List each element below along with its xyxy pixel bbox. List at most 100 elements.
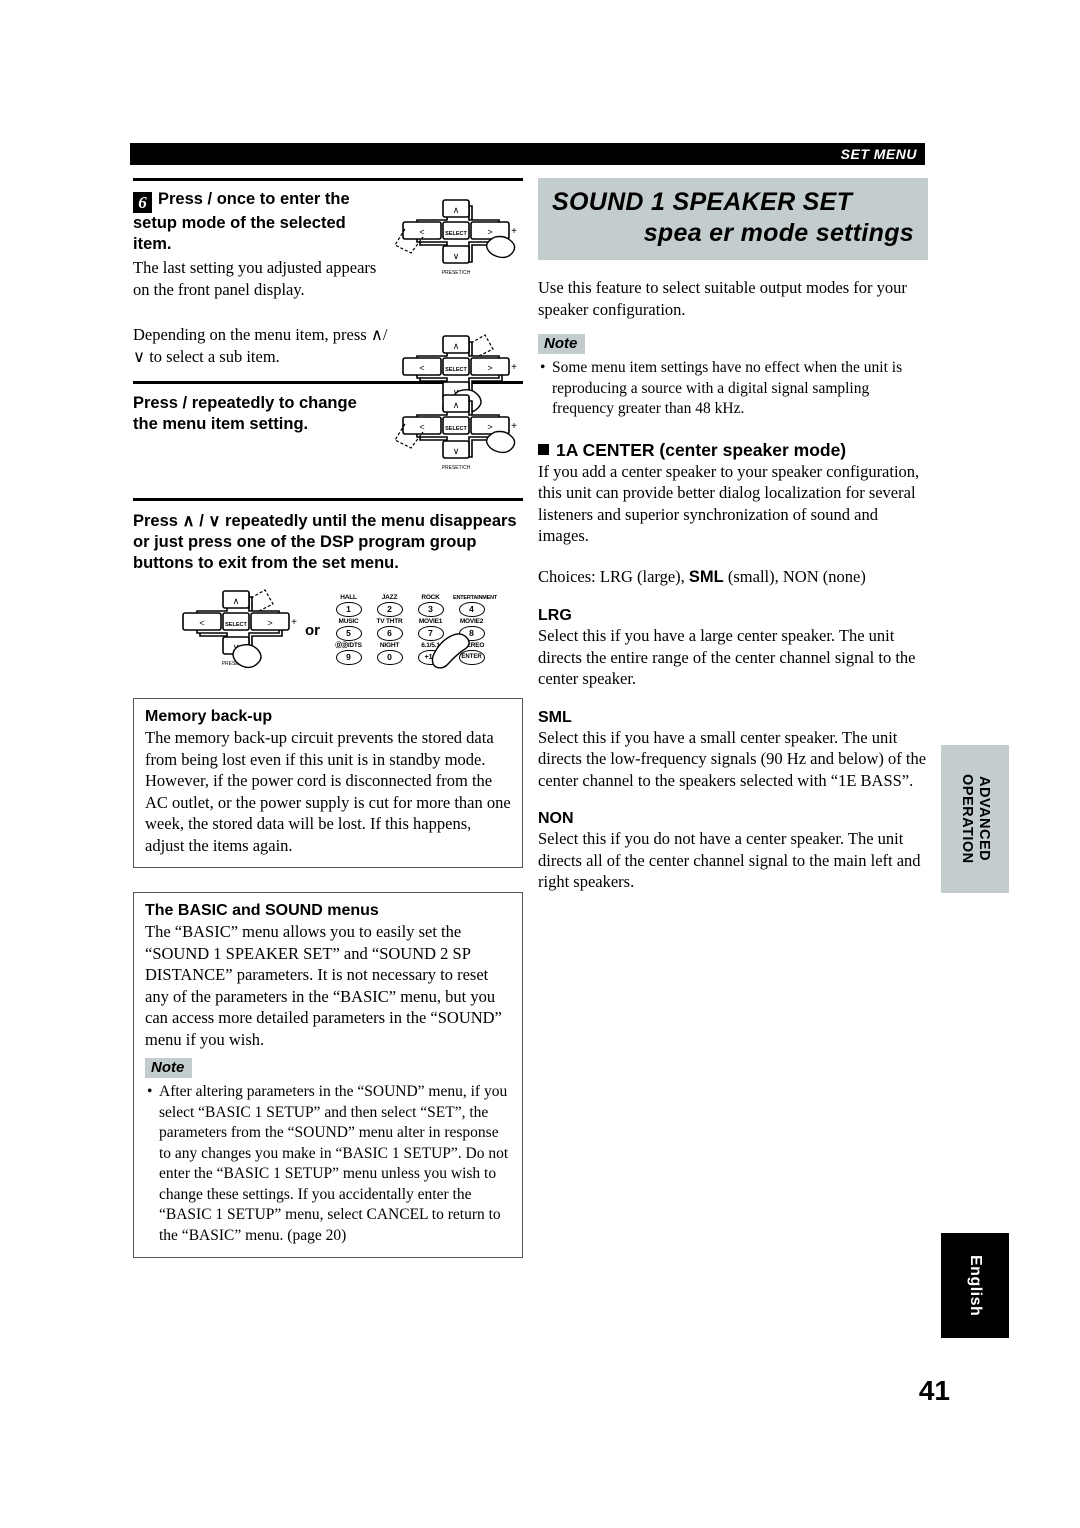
- note-tag: Note: [145, 1058, 193, 1078]
- choices-line: Choices: LRG (large), SML (small), NON (…: [538, 566, 928, 589]
- svg-text:<: <: [419, 363, 424, 373]
- section-header-bar: SET MENU: [130, 143, 925, 165]
- option-sml: SML Select this if you have a small cent…: [538, 709, 928, 792]
- choices-suffix: (small), NON (none): [723, 566, 866, 586]
- dsp-key-label: NIGHT: [379, 642, 400, 649]
- svg-text:+: +: [511, 421, 517, 432]
- dsp-key-number: 5: [335, 626, 362, 641]
- memory-backup-box: Memory back-up The memory back-up circui…: [133, 698, 523, 868]
- dsp-key-jazz[interactable]: JAZZ 2: [371, 594, 408, 617]
- square-bullet-icon: [538, 443, 549, 455]
- step-exit-heading: Press ∧ / ∨ repeatedly until the menu di…: [133, 512, 517, 572]
- dsp-key-rock[interactable]: ROCK 3: [412, 594, 449, 617]
- feature-notes-list: Some menu item settings have no effect w…: [538, 358, 928, 420]
- choices-selected-value: SML: [688, 567, 724, 586]
- dsp-key-label: MOVIE1: [418, 618, 443, 625]
- dsp-key-label: ROCK: [421, 594, 440, 601]
- option-body: Select this if you do not have a center …: [538, 829, 921, 891]
- svg-text:SELECT: SELECT: [445, 231, 467, 237]
- pointing-hand-icon: [431, 633, 470, 669]
- banner-line-2: spea er mode settings: [643, 219, 914, 247]
- list-item: After altering parameters in the “SOUND”…: [145, 1082, 511, 1246]
- dsp-key-label: HALL: [340, 594, 357, 601]
- dsp-key-number: 1: [335, 602, 362, 617]
- dsp-key-number: 0: [376, 650, 403, 665]
- svg-text:∧: ∧: [453, 205, 460, 215]
- svg-text:>: >: [487, 422, 492, 432]
- basic-sound-menus-body: The “BASIC” menu allows you to easily se…: [145, 922, 502, 1049]
- svg-text:>: >: [487, 363, 492, 373]
- basic-sound-notes-list: After altering parameters in the “SOUND”…: [145, 1082, 511, 1246]
- dsp-program-keypad: HALL 1 JAZZ 2 ROCK 3 ENTERTAINMENT 4 MUS…: [330, 594, 498, 669]
- svg-text:SELECT: SELECT: [445, 426, 467, 432]
- svg-text:+: +: [511, 226, 517, 237]
- step-change-block: Press / repeatedly to change the menu it…: [133, 384, 523, 492]
- svg-text:<: <: [419, 422, 424, 432]
- svg-text:+: +: [291, 617, 297, 628]
- memory-backup-body: The memory back-up circuit prevents the …: [145, 728, 511, 855]
- svg-text:>: >: [267, 618, 272, 628]
- option-lrg: LRG Select this if you have a large cent…: [538, 607, 928, 690]
- svg-text:∧: ∧: [453, 341, 460, 351]
- note-tag: Note: [538, 334, 586, 354]
- svg-text:PRESET/CH: PRESET/CH: [442, 270, 471, 276]
- step-6-heading-text: Press / once to enter the setup mode of …: [133, 190, 350, 253]
- step-change-heading: Press / repeatedly to change the menu it…: [133, 394, 357, 433]
- dsp-key-label: MOVIE2: [459, 618, 484, 625]
- banner-line-1: SOUND 1 SPEAKER SET: [552, 188, 853, 216]
- dsp-key-label: ⒹⒹ/DTS: [335, 642, 362, 649]
- svg-text:∧: ∧: [453, 400, 460, 410]
- remote-cursor-pad-diagram-4: ∧ ∨ < > SELECT PRESET/CH +: [161, 584, 301, 676]
- feature-intro-text: Use this feature to select suitable outp…: [538, 278, 907, 319]
- side-tab-english-label: English: [967, 1254, 984, 1317]
- svg-text:SELECT: SELECT: [225, 622, 247, 628]
- option-title: NON: [538, 810, 574, 827]
- dsp-key-music[interactable]: MUSIC 5: [330, 618, 367, 641]
- svg-text:SELECT: SELECT: [445, 367, 467, 373]
- step-exit-block: Press ∧ / ∨ repeatedly until the menu di…: [133, 501, 523, 676]
- memory-backup-title: Memory back-up: [145, 708, 273, 725]
- dsp-key-label: TV THTR: [376, 618, 403, 625]
- option-non: NON Select this if you do not have a cen…: [538, 810, 928, 893]
- dsp-key-night[interactable]: NIGHT 0: [371, 642, 408, 665]
- dsp-key-label: ENTERTAINMENT: [453, 595, 498, 601]
- option-title: SML: [538, 708, 572, 726]
- svg-text:∨: ∨: [453, 446, 460, 456]
- choices-prefix: Choices: LRG (large),: [538, 566, 689, 586]
- or-label: or: [305, 621, 320, 639]
- dsp-key-number: 3: [417, 602, 444, 617]
- left-column: 6 Press / once to enter the setup mode of…: [133, 178, 523, 1258]
- option-body: Select this if you have a large center s…: [538, 626, 916, 688]
- dsp-key-hall[interactable]: HALL 1: [330, 594, 367, 617]
- svg-text:<: <: [199, 618, 204, 628]
- keypad-row: ⒹⒹ/DTS 9 NIGHT 0 6.1/5.1 +10 STEREO ENTE…: [330, 633, 490, 669]
- svg-text:∧: ∧: [233, 596, 240, 606]
- dsp-key-number: 4: [458, 602, 485, 617]
- dsp-key-number: 2: [376, 602, 403, 617]
- section-heading-1a-center: 1A CENTER (center speaker mode): [538, 440, 928, 461]
- option-body: Select this if you have a small center s…: [538, 727, 927, 790]
- step-6-body-2: Depending on the menu item, press ∧/∨ to…: [133, 325, 388, 366]
- step-6-body-1: The last setting you adjusted appears on…: [133, 258, 377, 299]
- option-title: LRG: [538, 607, 572, 624]
- remote-cursor-pad-diagram-3: ∧ ∨ < > SELECT PRESET/CH +: [381, 388, 521, 480]
- svg-text:+: +: [511, 362, 517, 373]
- dsp-key-dolby-dts[interactable]: ⒹⒹ/DTS 9: [330, 642, 367, 665]
- page-number: 41: [918, 1375, 950, 1406]
- section-header-label: SET MENU: [840, 146, 917, 162]
- svg-text:PRESET/CH: PRESET/CH: [442, 465, 471, 471]
- side-tab-advanced-label: ADVANCED OPERATION: [959, 774, 992, 864]
- svg-text:>: >: [487, 227, 492, 237]
- list-item: Some menu item settings have no effect w…: [538, 358, 928, 420]
- step-number-badge: 6: [133, 192, 152, 213]
- section-body-text: If you add a center speaker to your spea…: [538, 461, 920, 546]
- section-heading-text: 1A CENTER (center speaker mode): [556, 439, 847, 460]
- keypad-row: HALL 1 JAZZ 2 ROCK 3 ENTERTAINMENT 4: [330, 594, 498, 617]
- dsp-key-tv-thtr[interactable]: TV THTR 6: [371, 618, 408, 641]
- dsp-key-label: MUSIC: [338, 618, 359, 625]
- basic-sound-menus-title: The BASIC and SOUND menus: [145, 902, 379, 919]
- side-tab-english: English: [941, 1233, 1009, 1338]
- dsp-key-number: 9: [335, 650, 362, 665]
- dsp-key-entertainment[interactable]: ENTERTAINMENT 4: [453, 594, 498, 617]
- feature-banner: SOUND 1 SPEAKER SET spea er mode setting…: [538, 178, 928, 260]
